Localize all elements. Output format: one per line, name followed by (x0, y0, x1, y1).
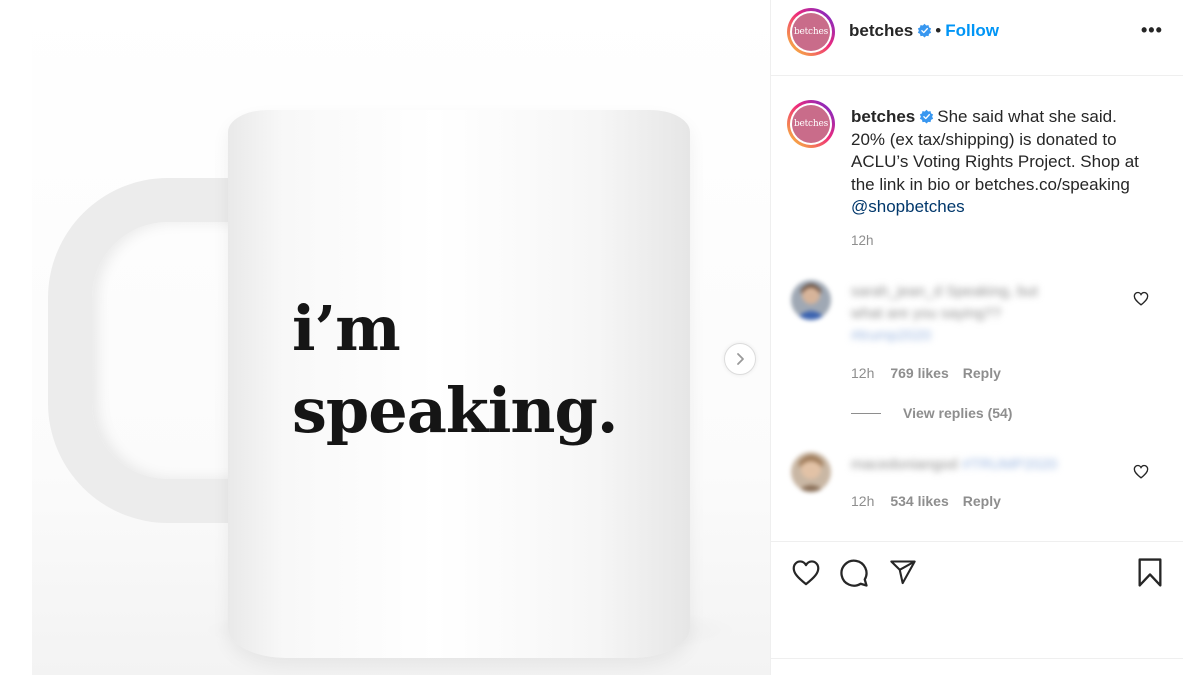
comment-2-meta: 12h 534 likes Reply (851, 493, 1015, 509)
separator-dot: • (935, 21, 942, 40)
header-identity: betches • Follow (849, 21, 999, 41)
post-header: betches betches • Follow ••• (771, 0, 1183, 76)
verified-badge-icon (920, 109, 934, 124)
comment-likes-count[interactable]: 534 likes (890, 493, 948, 509)
more-options-icon[interactable]: ••• (1141, 20, 1163, 41)
caption-mention-link[interactable]: @shopbetches (851, 197, 965, 216)
comment-text-line-2: what are you saying?? (851, 305, 1002, 322)
header-avatar[interactable]: betches (787, 8, 835, 56)
replies-divider-line (851, 412, 881, 414)
comment-like-heart-icon[interactable] (1133, 464, 1149, 479)
comment-text: macedoniangod (851, 456, 958, 473)
heart-icon[interactable] (791, 559, 821, 586)
header-username[interactable]: betches (849, 21, 913, 40)
avatar-logo-text: betches (792, 13, 830, 51)
mug-text-line-1: i’m (292, 292, 401, 365)
comment-avatar[interactable] (791, 280, 831, 320)
comment-2-body: macedoniangod #TRUMP2020 (851, 454, 1111, 476)
comment-avatar-image (791, 280, 831, 320)
caption-timestamp[interactable]: 12h (851, 233, 874, 248)
comment-reply-button[interactable]: Reply (963, 493, 1001, 509)
paper-plane-icon[interactable] (888, 558, 918, 586)
comment-timestamp[interactable]: 12h (851, 365, 874, 381)
comment-1-meta: 12h 769 likes Reply (851, 365, 1015, 381)
comment-text-line-1: sarah_jean_d Speaking, but (851, 283, 1038, 300)
post-media: i’m speaking. (0, 0, 770, 675)
next-media-button[interactable] (724, 343, 756, 375)
comment-avatar-image (791, 452, 831, 492)
caption-avatar[interactable]: betches (787, 100, 835, 148)
caption-avatar-logo-text: betches (792, 105, 830, 143)
comment-like-heart-icon[interactable] (1133, 291, 1149, 306)
comment-hashtag[interactable]: #TRUMP2020 (962, 456, 1057, 473)
comment-reply-button[interactable]: Reply (963, 365, 1001, 381)
mug-print-text: i’m speaking. (292, 288, 618, 452)
verified-badge-icon (918, 23, 932, 38)
post-side-panel: betches betches • Follow ••• betches betch… (770, 0, 1200, 675)
comment-bubble-icon[interactable] (839, 558, 869, 588)
panel-divider (771, 658, 1183, 659)
comment-1-body: sarah_jean_d Speaking, but what are you … (851, 281, 1091, 347)
view-replies-label: View replies (54) (903, 405, 1013, 421)
view-replies-button[interactable]: View replies (54) (851, 405, 1012, 421)
post-action-bar (771, 541, 1183, 601)
comment-avatar[interactable] (791, 452, 831, 492)
post-caption: betches She said what she said. 20% (ex t… (851, 106, 1151, 219)
caption-username[interactable]: betches (851, 107, 915, 126)
chevron-right-icon (737, 353, 744, 365)
bookmark-icon[interactable] (1136, 557, 1164, 588)
comment-timestamp[interactable]: 12h (851, 493, 874, 509)
follow-button[interactable]: Follow (945, 21, 999, 40)
mug-text-line-2: speaking. (292, 374, 618, 447)
comment-hashtag[interactable]: #trump2020 (851, 325, 1091, 347)
comment-likes-count[interactable]: 769 likes (890, 365, 948, 381)
